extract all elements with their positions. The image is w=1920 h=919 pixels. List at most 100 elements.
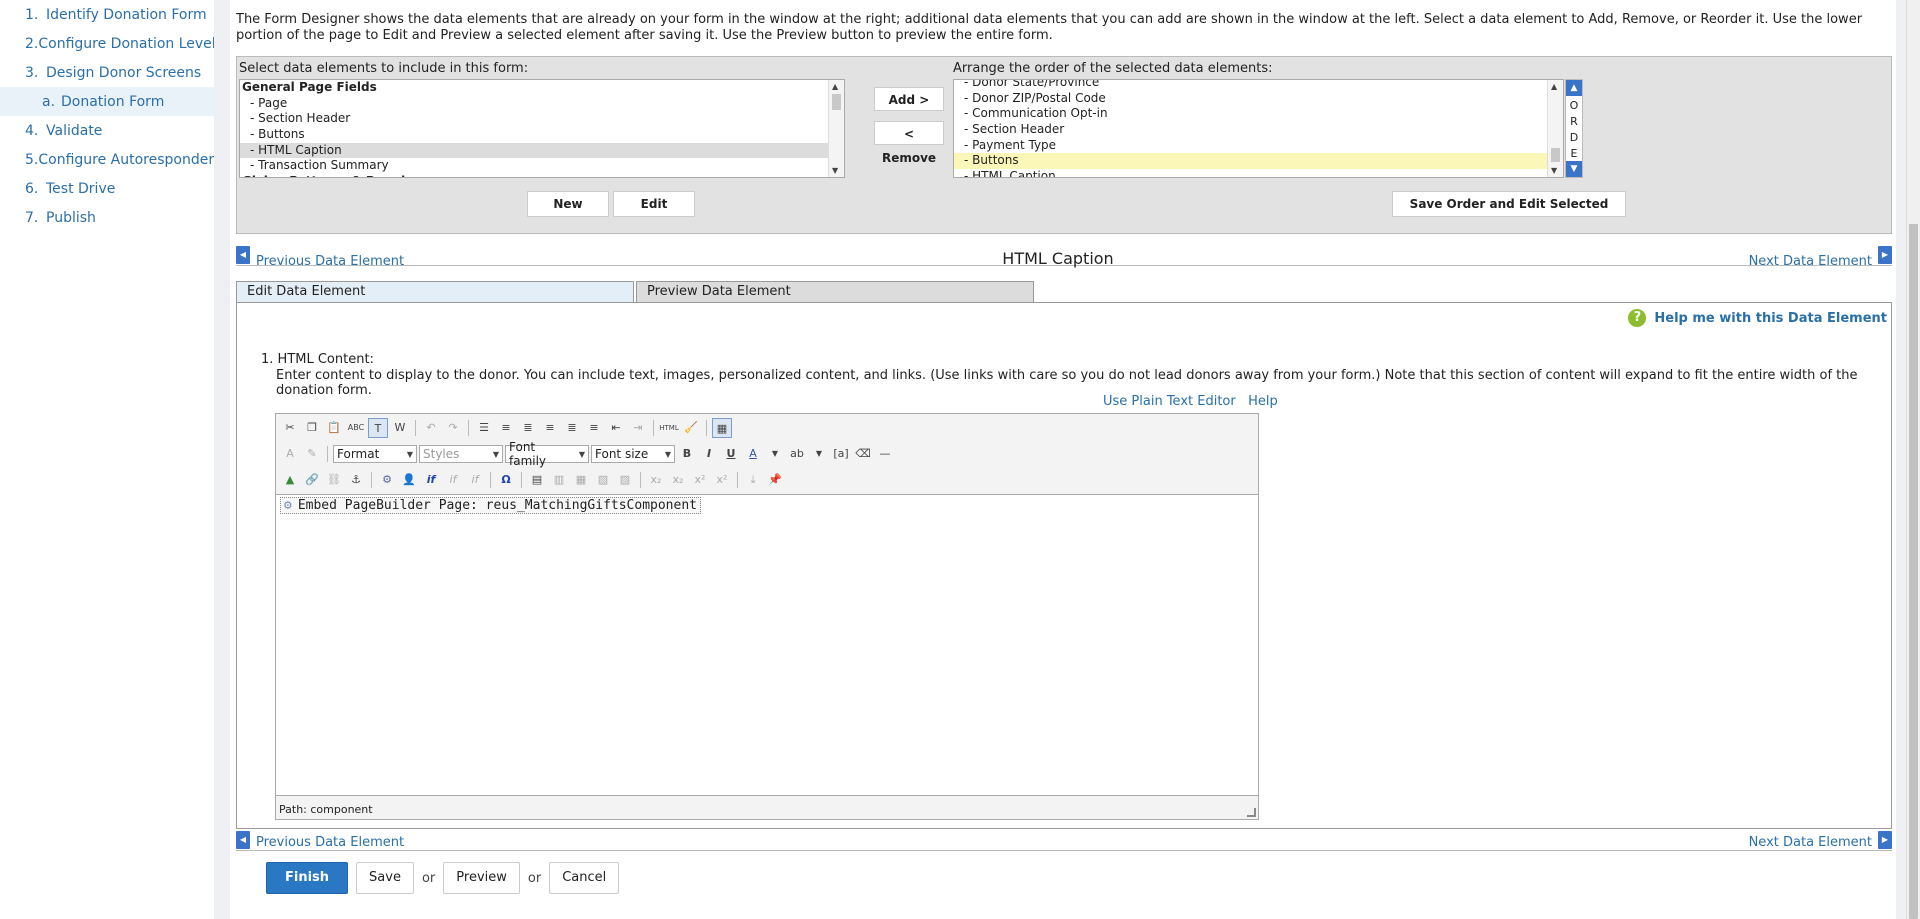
page-scrollbar[interactable] xyxy=(1906,0,1920,919)
editor-help-link[interactable]: Help xyxy=(1248,394,1278,409)
remove-format-icon[interactable]: ⌫ xyxy=(853,444,873,464)
edit-button[interactable]: Edit xyxy=(613,191,695,217)
outdent-icon[interactable]: ⇤ xyxy=(606,418,626,438)
move-up-icon[interactable]: ▲ xyxy=(1566,80,1582,96)
sidebar-step-configure-donation-levels[interactable]: 2. Configure Donation Levels xyxy=(0,29,223,58)
bold-icon[interactable]: B xyxy=(677,444,697,464)
list-item[interactable]: - Section Header xyxy=(954,122,1563,138)
plain-text-editor-link[interactable]: Use Plain Text Editor xyxy=(1103,394,1236,409)
italic-icon[interactable]: I xyxy=(699,444,719,464)
list-item[interactable]: - Payment Type xyxy=(954,138,1563,154)
list-item[interactable]: - Transaction Summary xyxy=(240,158,844,174)
list-item[interactable]: - Buttons xyxy=(240,127,844,143)
embedded-component[interactable]: ⚙ Embed PageBuilder Page: reus_MatchingGi… xyxy=(280,497,701,514)
pin-icon[interactable]: 📌 xyxy=(765,470,785,490)
special-char-icon[interactable]: Ω xyxy=(496,470,516,490)
list-item[interactable]: - Communication Opt-in xyxy=(954,106,1563,122)
tab-edit-data-element[interactable]: Edit Data Element xyxy=(236,281,634,303)
cancel-button[interactable]: Cancel xyxy=(549,862,620,894)
next-element-link[interactable]: Next Data Element xyxy=(1749,835,1872,850)
unlink-icon[interactable]: ⛓ xyxy=(324,470,344,490)
add-button[interactable]: Add > xyxy=(874,87,944,111)
highlight-dropdown-icon[interactable]: ▼ xyxy=(809,444,829,464)
table-row-icon[interactable]: ▥ xyxy=(549,470,569,490)
available-elements-list[interactable]: General Page Fields - Page - Section Heade… xyxy=(239,79,845,178)
tab-preview-data-element[interactable]: Preview Data Element xyxy=(636,281,1034,303)
horizontal-rule-icon[interactable]: — xyxy=(875,444,895,464)
paste-icon[interactable]: 📋 xyxy=(324,418,344,438)
selected-elements-list[interactable]: - Donor State/Province - Donor ZIP/Postal… xyxy=(953,79,1564,178)
fullscreen-icon[interactable]: ▦ xyxy=(712,418,732,438)
numbered-list-icon[interactable]: ≡ xyxy=(496,418,516,438)
indent-icon[interactable]: ⇥ xyxy=(628,418,648,438)
insert-table-icon[interactable]: ▤ xyxy=(527,470,547,490)
editor-content-area[interactable]: ⚙ Embed PageBuilder Page: reus_MatchingGi… xyxy=(276,494,1258,796)
sidebar-step-publish[interactable]: 7. Publish xyxy=(0,203,214,232)
sidebar-step-design-donor-screens[interactable]: 3. Design Donor Screens xyxy=(0,58,214,87)
spellcheck-icon[interactable]: ABC xyxy=(346,418,366,438)
list-item[interactable]: - HTML Caption xyxy=(954,169,1563,177)
save-button[interactable]: Save xyxy=(356,862,414,894)
list-item[interactable]: - HTML Caption xyxy=(240,142,844,159)
available-list-scrollbar[interactable]: ▲ ▼ xyxy=(828,80,844,177)
sidebar-step-donation-form[interactable]: a. Donation Form xyxy=(0,87,214,116)
insert-anchor-text-icon[interactable]: [a] xyxy=(831,444,851,464)
list-item[interactable]: - Donor ZIP/Postal Code xyxy=(954,91,1563,107)
list-item[interactable]: - Section Header xyxy=(240,111,844,127)
help-data-element-link[interactable]: ? Help me with this Data Element xyxy=(1628,309,1887,327)
selected-list-scrollbar[interactable]: ▲ ▼ xyxy=(1547,80,1563,177)
remove-button[interactable]: < Remove xyxy=(874,121,944,165)
cut-icon[interactable]: ✂ xyxy=(280,418,300,438)
styles-select[interactable]: Styles ▼ xyxy=(419,445,503,463)
format-painter-icon[interactable]: ✎ xyxy=(302,444,322,464)
text-color-icon[interactable]: A xyxy=(743,444,763,464)
table-props-icon[interactable]: ▧ xyxy=(593,470,613,490)
subscript-icon[interactable]: x₂ xyxy=(646,470,666,490)
html-source-icon[interactable]: HTML xyxy=(659,418,679,438)
finish-button[interactable]: Finish xyxy=(266,862,349,894)
previous-element-link[interactable]: Previous Data Element xyxy=(256,835,404,850)
component-gear-icon[interactable]: ⚙ xyxy=(377,470,397,490)
strikethrough-icon[interactable]: A xyxy=(280,444,300,464)
table-merge-icon[interactable]: ▨ xyxy=(615,470,635,490)
paste-word-icon[interactable]: W xyxy=(390,418,410,438)
highlight-color-icon[interactable]: ab xyxy=(787,444,807,464)
save-order-button[interactable]: Save Order and Edit Selected xyxy=(1392,191,1626,217)
underline-icon[interactable]: U xyxy=(721,444,741,464)
scroll-down-icon[interactable]: ▼ xyxy=(832,166,838,175)
move-down-icon[interactable]: ▼ xyxy=(1566,161,1582,177)
font-size-select[interactable]: Font size ▼ xyxy=(591,445,675,463)
scroll-down-icon[interactable]: ▼ xyxy=(1551,166,1557,175)
resize-handle-icon[interactable] xyxy=(1247,808,1256,817)
align-right-icon[interactable]: ≣ xyxy=(562,418,582,438)
align-left-icon[interactable]: ≣ xyxy=(518,418,538,438)
font-family-select[interactable]: Font family ▼ xyxy=(505,440,589,468)
insert-image-icon[interactable]: ▲ xyxy=(280,470,300,490)
sidebar-step-identify-donation-form[interactable]: 1. Identify Donation Form xyxy=(0,0,214,29)
list-group-header[interactable]: General Page Fields xyxy=(240,80,844,96)
personalize-icon[interactable]: 👤 xyxy=(399,470,419,490)
align-center-icon[interactable]: ≡ xyxy=(540,418,560,438)
undo-icon[interactable]: ↶ xyxy=(421,418,441,438)
subscript-alt-icon[interactable]: x₂ xyxy=(668,470,688,490)
preview-button[interactable]: Preview xyxy=(443,862,520,894)
link-icon[interactable]: 🔗 xyxy=(302,470,322,490)
conditional-ifelse-icon[interactable]: if xyxy=(443,470,463,490)
scroll-up-icon[interactable]: ▲ xyxy=(1551,82,1557,91)
scroll-up-icon[interactable]: ▲ xyxy=(832,82,838,91)
copy-icon[interactable]: ❐ xyxy=(302,418,322,438)
cleanup-icon[interactable]: 🧹 xyxy=(681,418,701,438)
anchor-icon[interactable]: ⚓ xyxy=(346,470,366,490)
align-justify-icon[interactable]: ≡ xyxy=(584,418,604,438)
redo-icon[interactable]: ↷ xyxy=(443,418,463,438)
sidebar-step-configure-autoresponders[interactable]: 5. Configure Autoresponders xyxy=(0,145,221,174)
list-item[interactable]: - Buttons xyxy=(954,153,1563,170)
paste-text-icon[interactable]: T xyxy=(368,418,388,438)
bullet-list-icon[interactable]: ☰ xyxy=(474,418,494,438)
list-item[interactable]: - Page xyxy=(240,96,844,112)
conditional-else-icon[interactable]: if xyxy=(465,470,485,490)
sidebar-step-test-drive[interactable]: 6. Test Drive xyxy=(0,174,214,203)
conditional-if-icon[interactable]: if xyxy=(421,470,441,490)
next-arrow-icon[interactable]: ▶ xyxy=(1878,831,1892,849)
new-button[interactable]: New xyxy=(527,191,609,217)
